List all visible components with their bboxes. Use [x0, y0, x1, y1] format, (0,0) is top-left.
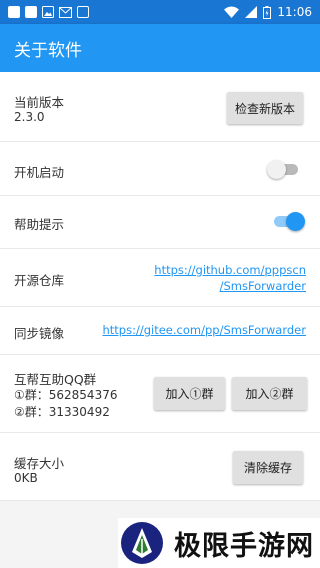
page-title: 关于软件: [14, 40, 82, 61]
join-group2-button[interactable]: 加入②群: [232, 377, 307, 410]
wifi-icon: [224, 6, 240, 18]
join-group1-button[interactable]: 加入①群: [154, 377, 225, 410]
image-icon: [42, 6, 54, 18]
app-toolbar: 关于软件: [0, 24, 320, 72]
battery-icon: [263, 5, 272, 19]
notification-icon: [25, 6, 37, 18]
notification-icon: [8, 6, 20, 18]
cache-title: 缓存大小: [14, 456, 65, 471]
mirror-row: 同步镜像 https://gitee.com/pp/SmsForwarder: [0, 307, 320, 355]
autostart-row: 开机启动: [0, 142, 320, 196]
status-bar: 11:06: [0, 0, 320, 24]
status-time: 11:06: [277, 5, 312, 19]
github-link-line2: /SmsForwarder: [219, 279, 306, 293]
clear-cache-button[interactable]: 清除缓存: [233, 451, 303, 484]
repo-title: 开源仓库: [14, 273, 65, 288]
watermark: 极限手游网: [118, 518, 320, 568]
version-row: 当前版本 2.3.0 检查新版本: [0, 72, 320, 142]
toggle-thumb: [267, 160, 286, 179]
autostart-title: 开机启动: [14, 165, 65, 180]
cache-value: 0KB: [14, 471, 38, 485]
pen-nib-logo-icon: [121, 522, 163, 564]
version-value: 2.3.0: [14, 110, 45, 124]
help-tips-toggle[interactable]: [271, 211, 305, 231]
check-update-button[interactable]: 检查新版本: [227, 92, 303, 124]
repo-row: 开源仓库 https://github.com/pppscn /SmsForwa…: [0, 249, 320, 307]
mirror-title: 同步镜像: [14, 326, 65, 341]
github-link-line1: https://github.com/pppscn: [154, 263, 306, 277]
cache-row: 缓存大小 0KB 清除缓存: [0, 433, 320, 501]
qq-group-row: 互帮互助QQ群 ①群：562854376 ②群：31330492 加入①群 加入…: [0, 355, 320, 433]
help-tips-row: 帮助提示: [0, 196, 320, 249]
mail-icon: [59, 6, 72, 18]
toggle-thumb: [286, 212, 305, 231]
notification-icons: [8, 6, 89, 18]
notification-icon: [77, 6, 89, 18]
help-tips-title: 帮助提示: [14, 217, 65, 232]
watermark-text: 极限手游网: [174, 530, 314, 562]
version-title: 当前版本: [14, 95, 65, 110]
github-link[interactable]: https://github.com/pppscn /SmsForwarder: [136, 262, 306, 294]
qq-group1-number: ①群：562854376: [14, 388, 118, 402]
autostart-toggle[interactable]: [267, 159, 301, 179]
signal-icon: [245, 6, 258, 18]
gitee-link[interactable]: https://gitee.com/pp/SmsForwarder: [96, 322, 307, 338]
qq-group2-number: ②群：31330492: [14, 405, 110, 419]
system-icons: 11:06: [224, 5, 312, 19]
